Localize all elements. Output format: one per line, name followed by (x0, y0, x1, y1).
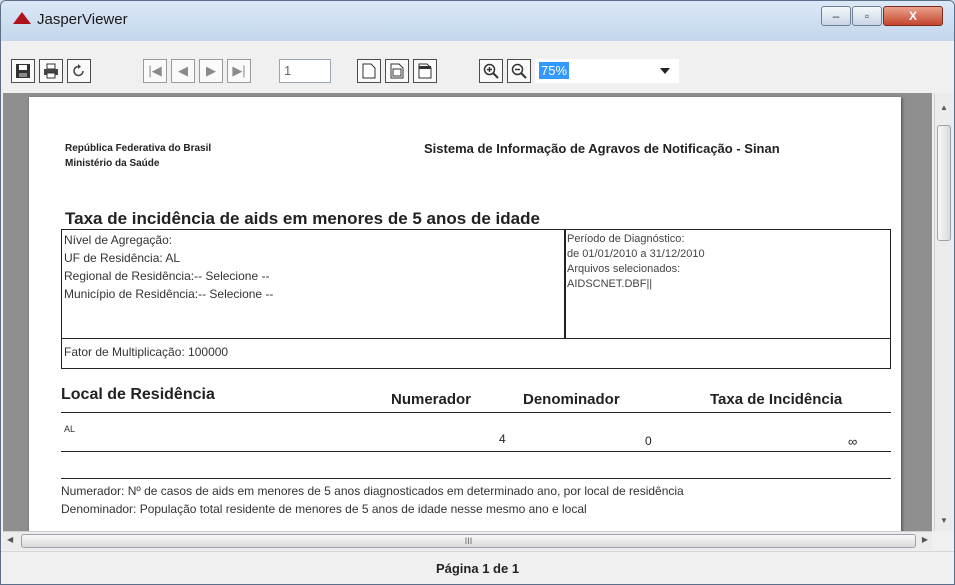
zoom-in-icon[interactable] (479, 59, 503, 83)
page-status: Página 1 de 1 (435, 561, 520, 576)
report-page: República Federativa do Brasil Ministéri… (29, 97, 901, 531)
header-rule (61, 412, 891, 413)
last-page-icon[interactable]: ▶| (227, 59, 251, 83)
maximize-button[interactable]: ▫ (852, 6, 882, 26)
multiplier-factor: Fator de Multiplicação: 100000 (64, 345, 229, 359)
vertical-scrollbar[interactable]: ▲ ▼ (934, 93, 954, 531)
scroll-down-icon[interactable]: ▼ (940, 516, 948, 525)
horizontal-scrollbar[interactable]: ◀ III ▶ (3, 531, 932, 550)
zoom-value: 75% (539, 62, 570, 79)
row-taxa: ∞ (848, 434, 858, 449)
next-page-icon[interactable]: ▶ (199, 59, 223, 83)
column-header-denominador: Denominador (523, 391, 620, 408)
column-header-numerador: Numerador (391, 391, 472, 408)
save-icon[interactable] (11, 59, 35, 83)
status-bar: Página 1 de 1 (1, 551, 954, 584)
vertical-scroll-thumb[interactable] (937, 125, 951, 241)
zoom-select[interactable]: 75% (535, 59, 679, 83)
previous-page-icon[interactable]: ◀ (171, 59, 195, 83)
toolbar: |◀ ◀ ▶ ▶| 1 75% (1, 41, 954, 91)
footnote-denominador: Denominador: População total residente d… (61, 502, 587, 516)
report-title: Taxa de incidência de aids em menores de… (65, 209, 540, 228)
filter-aggregation: Nível de Agregação: (64, 233, 173, 247)
first-page-icon[interactable]: |◀ (143, 59, 167, 83)
column-header-local: Local de Residência (61, 386, 215, 403)
report-viewport: República Federativa do Brasil Ministéri… (3, 93, 932, 531)
files-label: Arquivos selecionados: (567, 263, 681, 275)
page-number-input[interactable]: 1 (279, 59, 331, 83)
jasper-viewer-window: JasperViewer – ▫ X |◀ ◀ ▶ ▶| 1 75% Repúb… (0, 0, 955, 585)
column-header-taxa: Taxa de Incidência (710, 391, 843, 408)
filter-uf: UF de Residência: AL (64, 251, 181, 265)
filter-regional: Regional de Residência:-- Selecione -- (64, 269, 270, 283)
scroll-right-icon[interactable]: ▶ (922, 535, 928, 544)
scroll-up-icon[interactable]: ▲ (940, 103, 948, 112)
footnote-numerador: Numerador: Nº de casos de aids em menore… (61, 484, 684, 498)
row-numerador: 4 (499, 432, 506, 446)
period-label: Período de Diagnóstico: (567, 233, 685, 245)
row-local: AL (64, 424, 76, 434)
close-button[interactable]: X (883, 6, 943, 26)
horizontal-scroll-thumb[interactable]: III (21, 534, 916, 548)
filters-divider (564, 229, 566, 338)
row-denominador: 0 (645, 434, 652, 448)
fit-width-icon[interactable] (413, 59, 437, 83)
chevron-down-icon[interactable] (660, 68, 670, 74)
scroll-left-icon[interactable]: ◀ (7, 535, 13, 544)
actual-size-icon[interactable] (357, 59, 381, 83)
jasper-logo-icon (13, 12, 31, 24)
reload-icon[interactable] (67, 59, 91, 83)
window-title: JasperViewer (37, 11, 128, 28)
org-line-2: Ministério da Saúde (65, 158, 160, 169)
fit-page-icon[interactable] (385, 59, 409, 83)
period-value: de 01/01/2010 a 31/12/2010 (567, 248, 705, 260)
print-icon[interactable] (39, 59, 63, 83)
system-title: Sistema de Informação de Agravos de Noti… (424, 141, 780, 156)
title-bar: JasperViewer – ▫ X (1, 1, 954, 41)
filter-municipio: Município de Residência:-- Selecione -- (64, 287, 274, 301)
org-line-1: República Federativa do Brasil (65, 143, 212, 154)
minimize-button[interactable]: – (821, 6, 851, 26)
footnote-rule (61, 478, 891, 479)
zoom-out-icon[interactable] (507, 59, 531, 83)
row-rule (61, 451, 891, 452)
files-value: AIDSCNET.DBF|| (567, 278, 653, 290)
filters-separator (61, 338, 891, 339)
